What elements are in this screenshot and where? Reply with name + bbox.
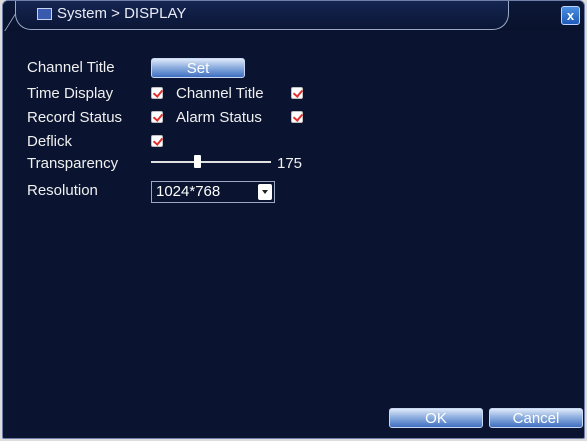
chevron-down-icon[interactable] bbox=[258, 184, 272, 200]
set-button[interactable]: Set bbox=[151, 58, 245, 78]
transparency-slider-thumb[interactable] bbox=[194, 155, 201, 168]
record-status-checkbox[interactable] bbox=[151, 111, 163, 123]
transparency-slider-track[interactable] bbox=[151, 161, 271, 163]
title-bar: System > DISPLAY x bbox=[3, 1, 584, 31]
channel-title-checkbox[interactable] bbox=[291, 87, 303, 99]
time-display-checkbox[interactable] bbox=[151, 87, 163, 99]
ok-button[interactable]: OK bbox=[389, 408, 483, 428]
alarm-status-checkbox[interactable] bbox=[291, 111, 303, 123]
deflick-checkbox[interactable] bbox=[151, 135, 163, 147]
alarm-status-label: Alarm Status bbox=[176, 109, 262, 126]
transparency-value: 175 bbox=[277, 155, 303, 172]
display-settings-window: System > DISPLAY x Channel Title Set Tim… bbox=[2, 0, 585, 439]
monitor-icon bbox=[37, 8, 52, 20]
channel-title-check-label: Channel Title bbox=[176, 85, 264, 102]
resolution-select[interactable]: 1024*768 bbox=[151, 181, 275, 203]
channel-title-label: Channel Title bbox=[27, 59, 115, 76]
deflick-label: Deflick bbox=[27, 133, 73, 150]
time-display-label: Time Display bbox=[27, 85, 114, 102]
window-title: System > DISPLAY bbox=[57, 5, 187, 22]
close-button[interactable]: x bbox=[561, 6, 580, 25]
cancel-button[interactable]: Cancel bbox=[489, 408, 583, 428]
transparency-label: Transparency bbox=[27, 155, 119, 172]
resolution-label: Resolution bbox=[27, 182, 98, 199]
resolution-value: 1024*768 bbox=[156, 183, 221, 200]
record-status-label: Record Status bbox=[27, 109, 123, 126]
